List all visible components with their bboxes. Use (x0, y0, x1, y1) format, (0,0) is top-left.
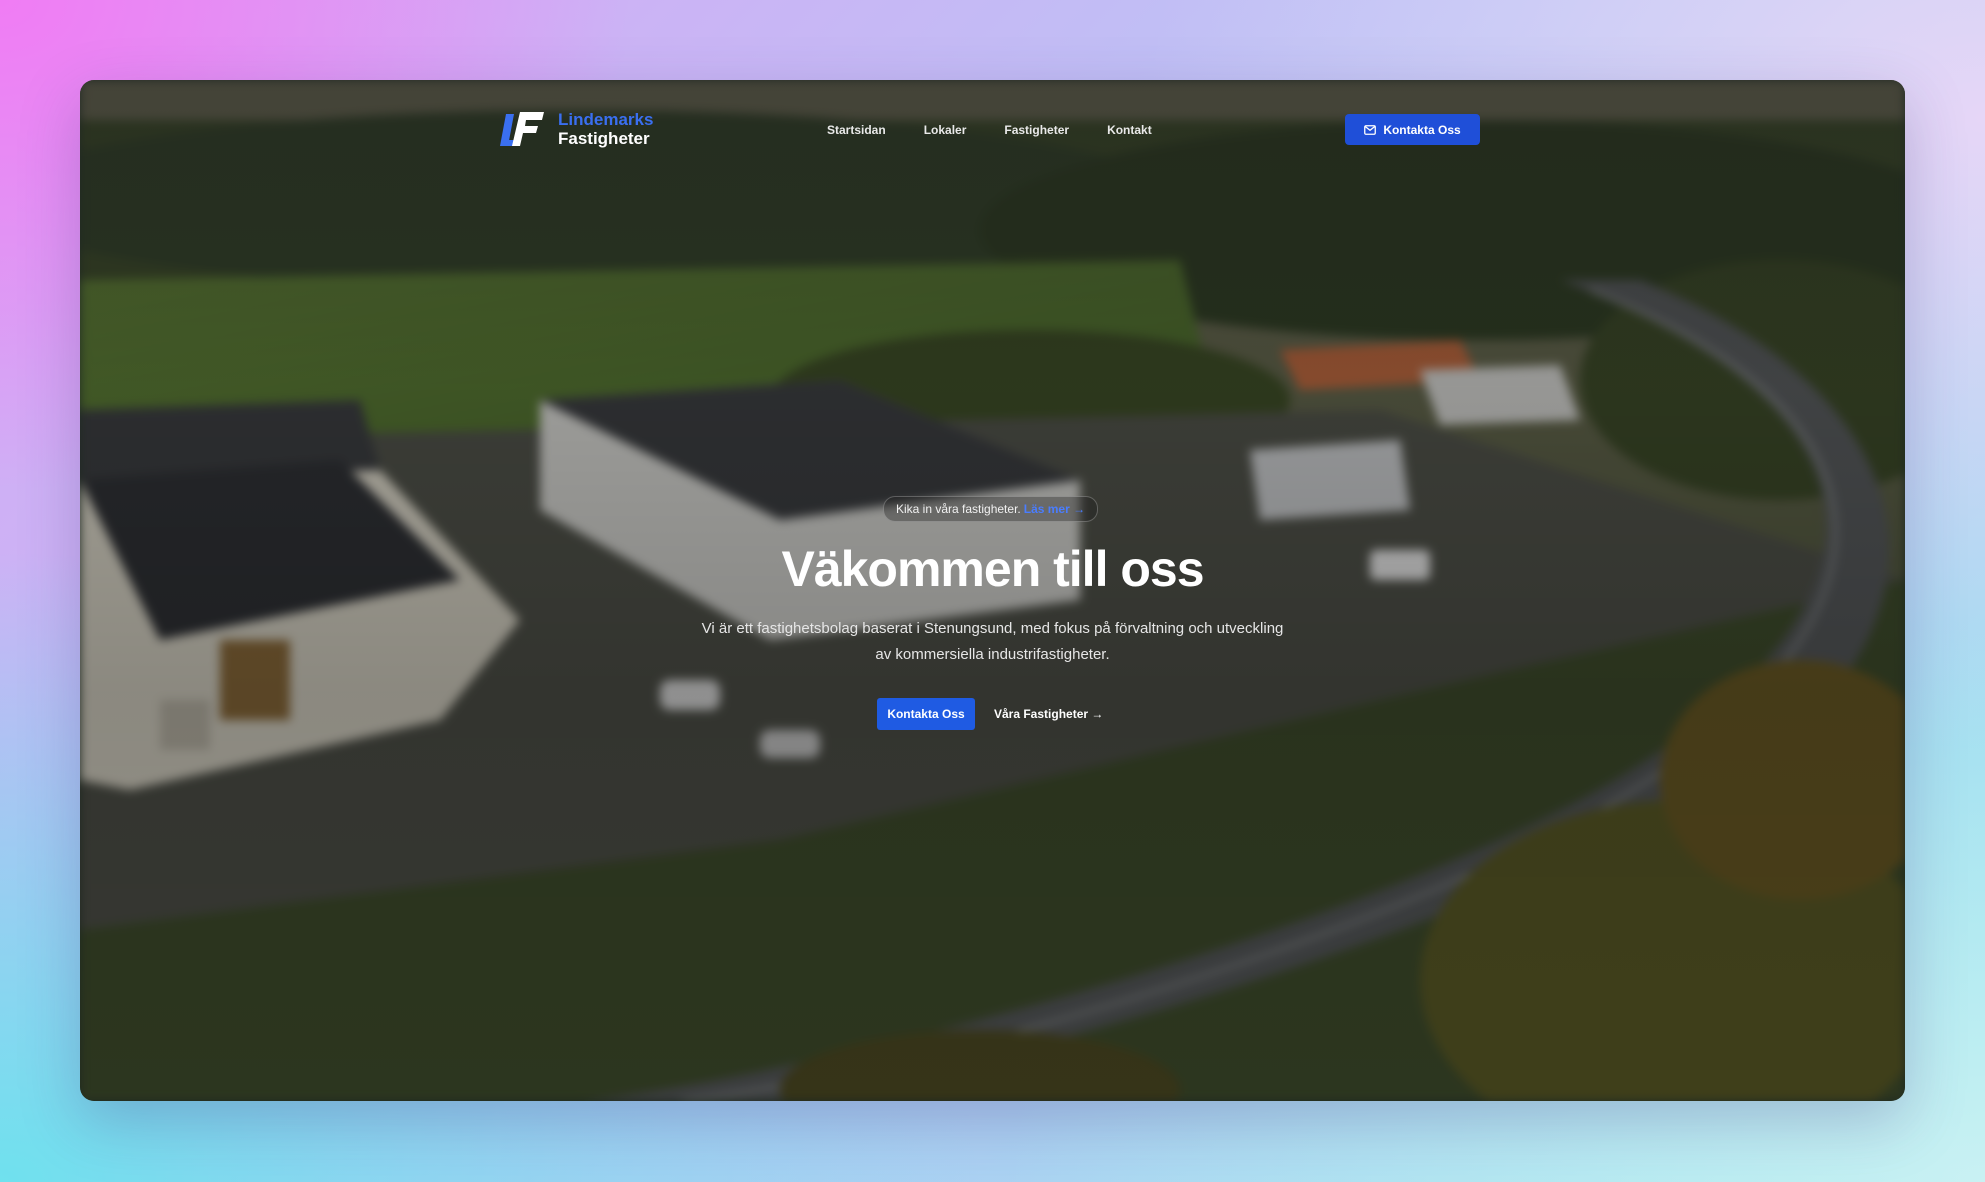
hero-subtitle: Vi är ett fastighetsbolag baserat i Sten… (701, 620, 1284, 663)
top-navigation: Lindemarks Fastigheter Startsidan Lokale… (80, 80, 1905, 180)
nav-link-startsidan[interactable]: Startsidan (827, 123, 886, 137)
brand-logo[interactable]: Lindemarks Fastigheter (500, 108, 653, 150)
brand-name: Lindemarks Fastigheter (558, 110, 653, 148)
nav-contact-label: Kontakta Oss (1383, 122, 1461, 137)
nav-link-fastigheter[interactable]: Fastigheter (1004, 123, 1069, 137)
nav-link-lokaler[interactable]: Lokaler (924, 123, 967, 137)
hero-title: Väkommen till oss (781, 541, 1204, 597)
announcement-text: Kika in våra fastigheter. (896, 502, 1021, 516)
nav-link-kontakt[interactable]: Kontakt (1107, 123, 1152, 137)
lf-logo-icon (500, 108, 546, 150)
announcement-pill: Kika in våra fastigheter. Läs mer → (883, 496, 1099, 522)
hero-properties-link[interactable]: Våra Fastigheter → (994, 698, 1103, 730)
browser-frame: Lindemarks Fastigheter Startsidan Lokale… (80, 80, 1905, 1101)
nav-links: Startsidan Lokaler Fastigheter Kontakt (827, 123, 1190, 137)
brand-name-line1: Lindemarks (558, 110, 654, 129)
announcement-read-more-link[interactable]: Läs mer → (1024, 502, 1085, 516)
hero-contact-button[interactable]: Kontakta Oss (877, 698, 975, 730)
brand-name-line2: Fastigheter (558, 129, 650, 148)
nav-contact-button[interactable]: Kontakta Oss (1345, 114, 1480, 145)
mail-icon (1364, 124, 1377, 135)
